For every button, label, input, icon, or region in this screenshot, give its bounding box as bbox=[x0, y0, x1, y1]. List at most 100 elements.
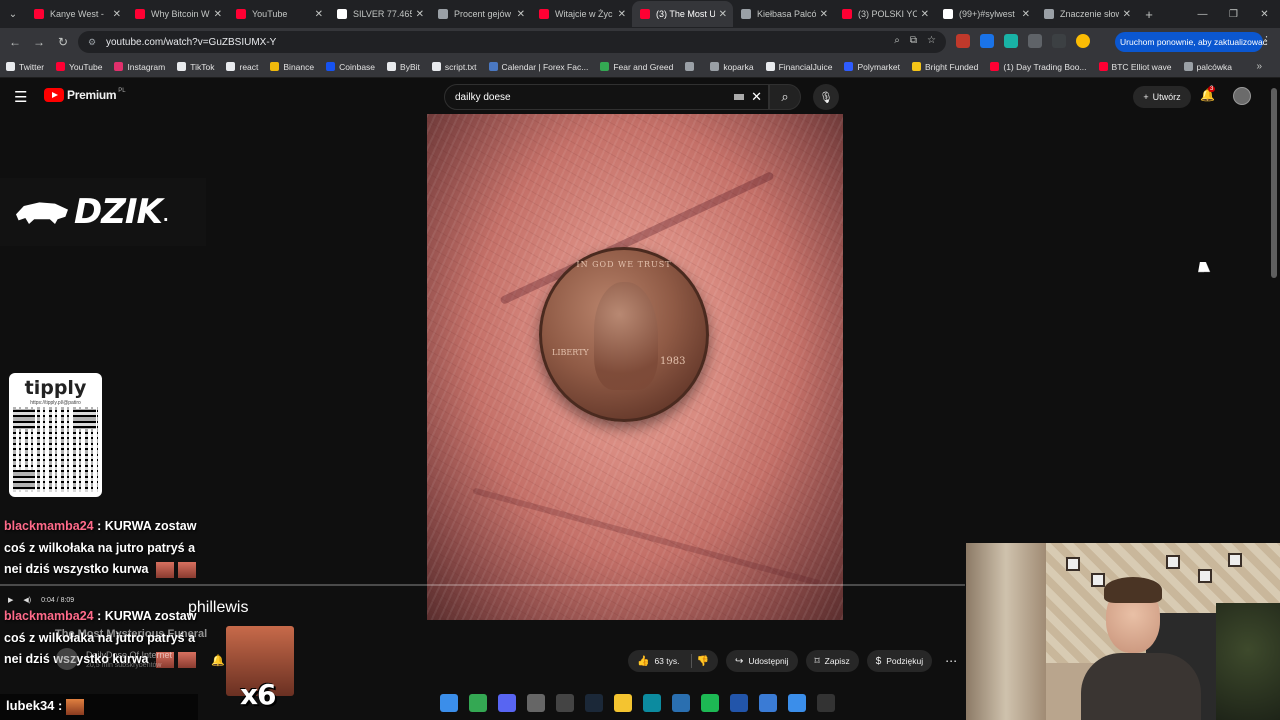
tab-3[interactable]: SILVER 77.465 ✕ bbox=[329, 1, 430, 27]
tab-close-icon[interactable]: ✕ bbox=[719, 9, 727, 20]
reload-icon[interactable]: ↻ bbox=[51, 35, 75, 49]
edge-icon[interactable] bbox=[643, 694, 661, 712]
bookmark-item[interactable]: react bbox=[226, 62, 258, 72]
clear-search-icon[interactable]: ✕ bbox=[751, 89, 762, 105]
youtube-logo[interactable]: Premium PL bbox=[44, 88, 126, 102]
bookmark-item[interactable]: palcówka bbox=[1183, 62, 1232, 72]
channel-avatar[interactable] bbox=[56, 648, 78, 670]
site-info-icon[interactable]: ⚙ bbox=[88, 37, 100, 47]
tab-close-icon[interactable]: ✕ bbox=[416, 9, 424, 20]
bookmark-item[interactable]: ByBit bbox=[387, 62, 420, 72]
like-button[interactable]: 👍 63 tys. 👎 bbox=[628, 650, 718, 672]
menu-dots-icon[interactable]: ⋮ bbox=[1261, 34, 1272, 47]
keyboard-icon[interactable] bbox=[734, 94, 744, 100]
create-button[interactable]: + Utwórz bbox=[1133, 86, 1191, 108]
minimize-icon[interactable]: — bbox=[1187, 9, 1218, 20]
back-icon[interactable]: ← bbox=[3, 35, 27, 49]
restore-icon[interactable]: ❐ bbox=[1218, 9, 1249, 20]
tab-close-icon[interactable]: ✕ bbox=[1022, 9, 1030, 20]
extensions-puzzle-icon[interactable] bbox=[1028, 34, 1042, 48]
video-progress-bar[interactable] bbox=[0, 584, 965, 586]
subscribe-bell-icon[interactable]: 🔔 bbox=[211, 654, 225, 667]
bookmark-item[interactable]: YouTube bbox=[56, 62, 102, 72]
extension-icon[interactable] bbox=[956, 34, 970, 48]
tab-close-icon[interactable]: ✕ bbox=[214, 9, 222, 20]
tab-search-icon[interactable] bbox=[1052, 34, 1066, 48]
notepad-icon[interactable] bbox=[759, 694, 777, 712]
bookmark-item[interactable]: Instagram bbox=[114, 62, 165, 72]
share-button[interactable]: ↪ Udostępnij bbox=[725, 650, 798, 672]
extension-icon[interactable] bbox=[980, 34, 994, 48]
page-scrollbar[interactable] bbox=[1271, 88, 1277, 278]
bookmark-item[interactable]: Binance bbox=[270, 62, 314, 72]
bookmark-item[interactable]: (1) Day Trading Boo... bbox=[990, 62, 1087, 72]
thumbs-down-icon[interactable]: 👎 bbox=[697, 656, 709, 667]
avatar[interactable] bbox=[1233, 87, 1251, 105]
bookmarks-overflow-icon[interactable]: » bbox=[1256, 61, 1262, 72]
tab-close-icon[interactable]: ✕ bbox=[921, 9, 929, 20]
bookmark-item[interactable]: Polymarket bbox=[844, 62, 900, 72]
video-player[interactable]: IN GOD WE TRUST LIBERTY 1983 bbox=[427, 114, 843, 620]
app2-icon[interactable] bbox=[730, 694, 748, 712]
tab-close-icon[interactable]: ✕ bbox=[618, 9, 626, 20]
spotify-icon[interactable] bbox=[701, 694, 719, 712]
bookmark-item[interactable]: TikTok bbox=[177, 62, 214, 72]
bookmark-star-icon[interactable]: ☆ bbox=[927, 35, 936, 46]
discord-icon[interactable] bbox=[498, 694, 516, 712]
tab-1[interactable]: Why Bitcoin W ✕ bbox=[127, 1, 228, 27]
address-bar[interactable]: ⚙ youtube.com/watch?v=GuZBSIUMX-Y ⌕ ⧉ ☆ bbox=[78, 31, 946, 53]
terminal-icon[interactable] bbox=[817, 694, 835, 712]
zoom-icon[interactable]: ⌕ bbox=[894, 35, 900, 46]
chrome-icon[interactable] bbox=[469, 694, 487, 712]
tab-9[interactable]: (99+)#sylwest ✕ bbox=[935, 1, 1036, 27]
tab-search-icon[interactable]: ⌄ bbox=[0, 0, 26, 28]
play-icon[interactable]: ▶ bbox=[8, 596, 13, 604]
bookmark-item[interactable]: script.txt bbox=[431, 62, 477, 72]
search-input[interactable]: dailky doese ✕ bbox=[444, 84, 769, 110]
windows-icon[interactable] bbox=[440, 694, 458, 712]
update-button[interactable]: Uruchom ponownie, aby zaktualizować bbox=[1115, 32, 1267, 52]
volume-icon[interactable]: ◀) bbox=[23, 596, 31, 604]
tab-close-icon[interactable]: ✕ bbox=[517, 9, 525, 20]
steam-icon[interactable] bbox=[585, 694, 603, 712]
extension-icon[interactable] bbox=[1004, 34, 1018, 48]
photos-icon[interactable] bbox=[788, 694, 806, 712]
close-window-icon[interactable]: ✕ bbox=[1249, 9, 1280, 20]
more-actions-icon[interactable]: ⋯ bbox=[940, 650, 962, 672]
channel-name[interactable]: DailyDose Of Internet bbox=[86, 650, 172, 660]
bookmark-item[interactable]: Coinbase bbox=[326, 62, 375, 72]
tab-0[interactable]: Kanye West - ✕ bbox=[26, 1, 127, 27]
search-button[interactable]: ⌕ bbox=[769, 84, 801, 110]
profile-icon[interactable] bbox=[1076, 34, 1090, 48]
tab-close-icon[interactable]: ✕ bbox=[1123, 9, 1131, 20]
menu-icon[interactable]: ☰ bbox=[14, 88, 27, 106]
thanks-button[interactable]: $ Podziękuj bbox=[866, 650, 933, 672]
tab-close-icon[interactable]: ✕ bbox=[820, 9, 828, 20]
save-button[interactable]: ⌑ Zapisz bbox=[805, 650, 859, 672]
tab-close-icon[interactable]: ✕ bbox=[113, 9, 121, 20]
bookmark-item[interactable]: FinancialJuice bbox=[765, 62, 832, 72]
tab-7[interactable]: Kiełbasa Palcó ✕ bbox=[733, 1, 834, 27]
tab-2[interactable]: YouTube ✕ bbox=[228, 1, 329, 27]
bookmark-item[interactable]: Bright Funded bbox=[911, 62, 978, 72]
bookmark-item[interactable]: koparka bbox=[710, 62, 754, 72]
tool-icon[interactable] bbox=[672, 694, 690, 712]
forward-icon[interactable]: → bbox=[27, 35, 51, 49]
folder-icon[interactable] bbox=[614, 694, 632, 712]
bookmark-item[interactable]: BTC Elliot wave bbox=[1098, 62, 1172, 72]
tab-close-icon[interactable]: ✕ bbox=[315, 9, 323, 20]
tab-10[interactable]: Znaczenie słow ✕ bbox=[1036, 1, 1137, 27]
obs-icon[interactable] bbox=[556, 694, 574, 712]
bookmark-item[interactable]: Calendar | Forex Fac... bbox=[488, 62, 588, 72]
bookmark-item[interactable]: Fear and Greed bbox=[600, 62, 673, 72]
tab-8[interactable]: (3) POLSKI YOU ✕ bbox=[834, 1, 935, 27]
tab-6[interactable]: (3) The Most U ✕ bbox=[632, 1, 733, 27]
new-tab-button[interactable]: + bbox=[1137, 7, 1161, 22]
bookmark-item[interactable] bbox=[685, 62, 698, 71]
voice-search-button[interactable]: 🎙 bbox=[813, 84, 839, 110]
tab-5[interactable]: Witajcie w Życ ✕ bbox=[531, 1, 632, 27]
app-icon[interactable] bbox=[527, 694, 545, 712]
install-icon[interactable]: ⧉ bbox=[910, 35, 917, 46]
tab-4[interactable]: Procent gejów ✕ bbox=[430, 1, 531, 27]
bookmark-item[interactable]: Twitter bbox=[6, 62, 44, 72]
